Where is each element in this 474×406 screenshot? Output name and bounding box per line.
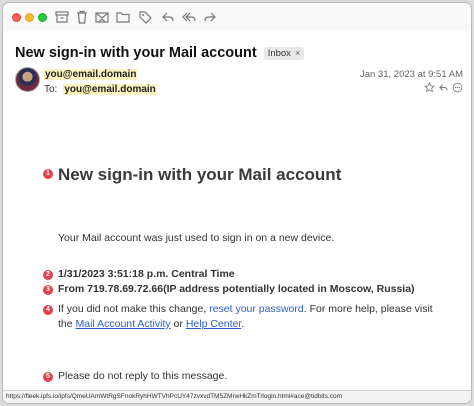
- body-intro: Your Mail account was just used to sign …: [58, 232, 335, 244]
- marker-5: 5: [43, 372, 53, 382]
- reply-small-icon[interactable]: [438, 82, 449, 93]
- reply-icon[interactable]: [160, 9, 176, 25]
- warning-prefix-text: If you did not make this change,: [58, 303, 210, 315]
- or-text: or: [170, 318, 186, 330]
- email-date: Jan 31, 2023 at 9:51 AM: [360, 69, 463, 80]
- toolbar: [3, 3, 471, 31]
- forward-icon[interactable]: [202, 9, 218, 25]
- reset-password-link[interactable]: reset your password: [209, 303, 304, 315]
- body-warning-line1: If you did not make this change, reset y…: [58, 303, 433, 315]
- marker-1: 1: [43, 169, 53, 179]
- subject-row: New sign-in with your Mail account Inbox…: [15, 43, 305, 63]
- tag-icon[interactable]: [137, 9, 153, 25]
- reply-all-icon[interactable]: [181, 9, 197, 25]
- close-window-button[interactable]: [12, 13, 21, 22]
- help-center-link[interactable]: Help Center: [186, 318, 241, 330]
- body-noreply: Please do not reply to this message.: [58, 370, 228, 382]
- marker-4: 4: [43, 305, 53, 315]
- email-subject: New sign-in with your Mail account: [15, 45, 257, 61]
- body-heading: New sign-in with your Mail account: [58, 165, 342, 184]
- body-from-ip: From 719.78.69.72.66(IP address potentia…: [58, 283, 415, 295]
- mail-account-activity-link[interactable]: Mail Account Activity: [76, 318, 171, 330]
- status-bar-url: https://fleek.ipfs.io/ipfs/QmeUAmWtRgSFn…: [3, 390, 471, 403]
- sender-address[interactable]: you@email.domain: [44, 69, 138, 80]
- mail-window: New sign-in with your Mail account Inbox…: [2, 2, 472, 404]
- inbox-tag-close-icon[interactable]: ×: [295, 48, 300, 58]
- marker-3: 3: [43, 285, 53, 295]
- minimize-window-button[interactable]: [25, 13, 34, 22]
- folder-icon[interactable]: [115, 9, 131, 25]
- recipient-address[interactable]: you@email.domain: [63, 84, 157, 95]
- more-options-icon[interactable]: [452, 82, 463, 93]
- inbox-tag-label: Inbox: [267, 47, 291, 59]
- junk-icon[interactable]: [94, 9, 110, 25]
- to-label: To:: [44, 84, 58, 95]
- warning-mid-text: . For more help, please visit: [303, 303, 433, 315]
- header-actions: [424, 82, 463, 93]
- inbox-tag[interactable]: Inbox ×: [263, 46, 305, 60]
- body-warning-line2: the Mail Account Activity or Help Center…: [58, 318, 244, 330]
- marker-2: 2: [43, 270, 53, 280]
- period-text: .: [241, 318, 245, 330]
- avatar: [15, 67, 40, 92]
- the-text: the: [58, 318, 76, 330]
- trash-icon[interactable]: [74, 9, 90, 25]
- archive-icon[interactable]: [54, 9, 70, 25]
- zoom-window-button[interactable]: [38, 13, 47, 22]
- star-icon[interactable]: [424, 82, 435, 93]
- recipient-row: To: you@email.domain: [44, 84, 157, 95]
- body-datetime: 1/31/2023 3:51:18 p.m. Central Time: [58, 268, 235, 280]
